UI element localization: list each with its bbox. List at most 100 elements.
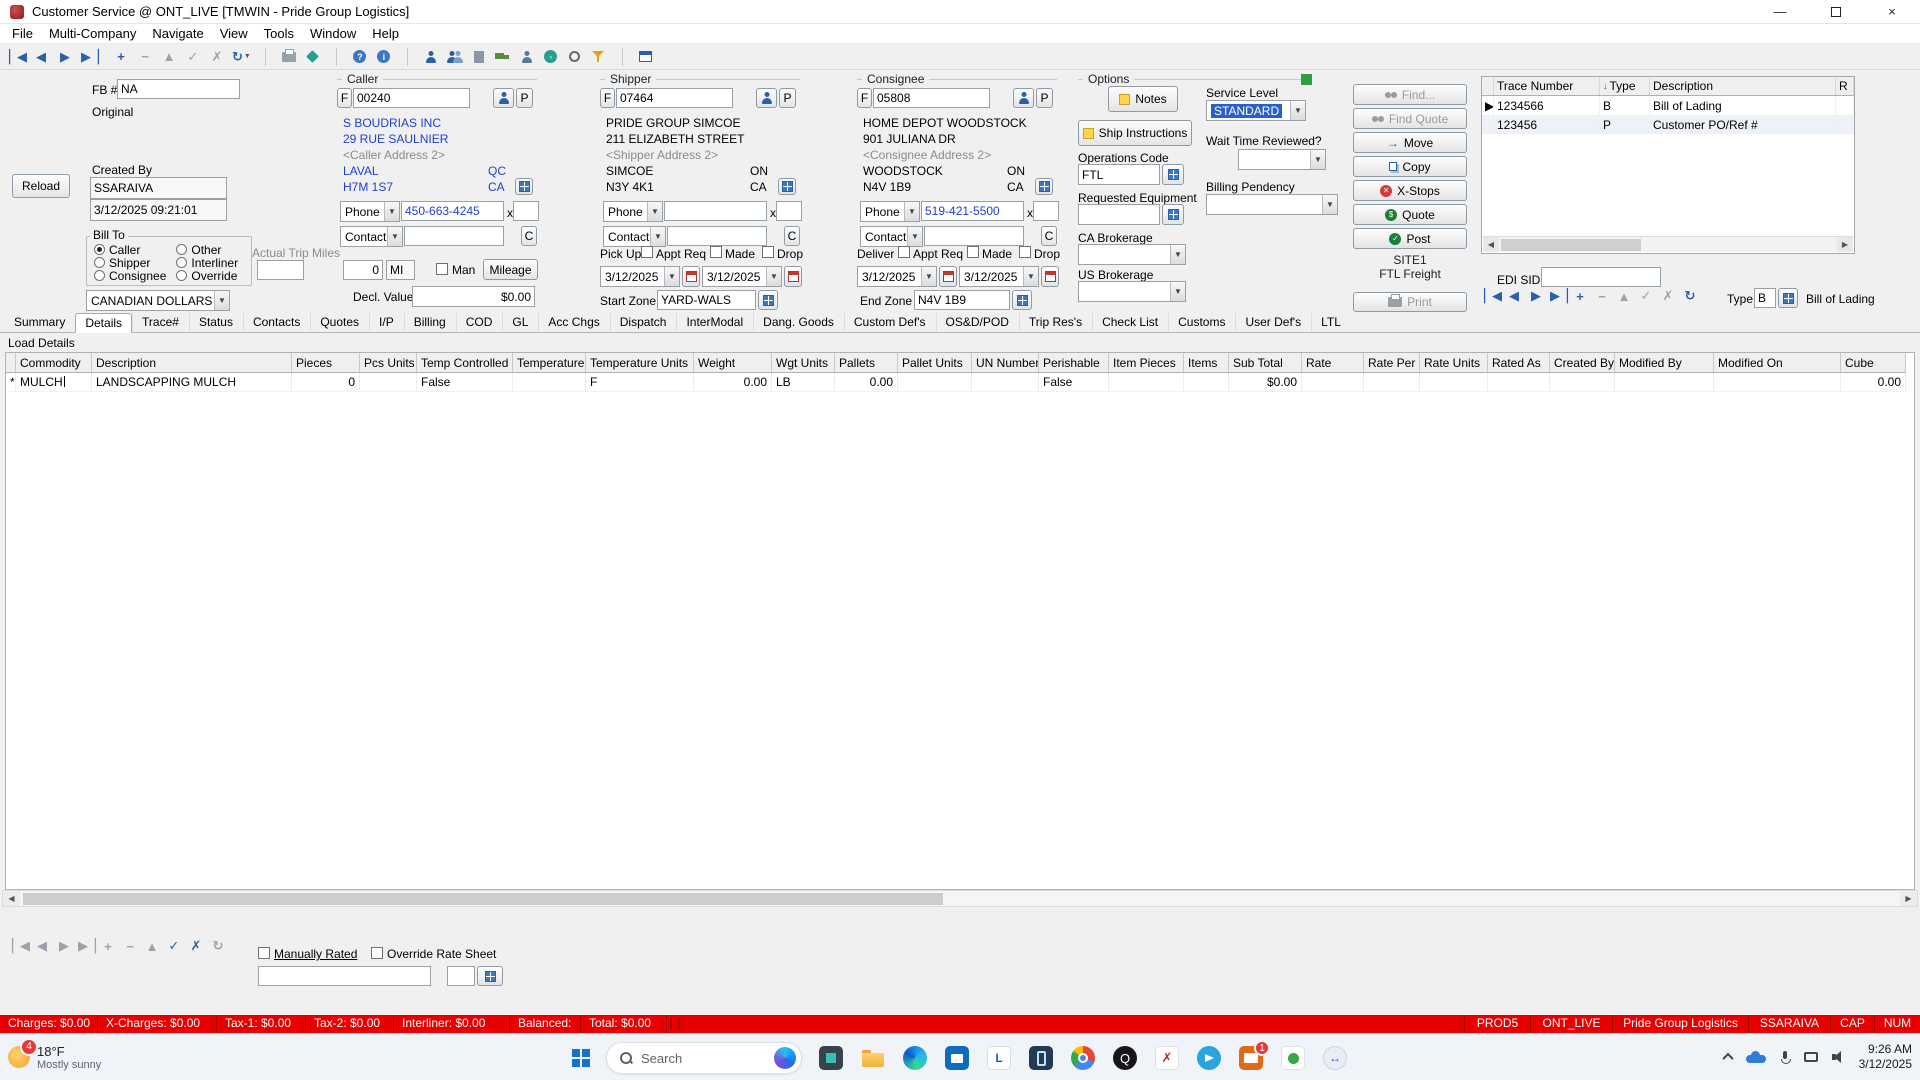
consignee-ext-input[interactable] [1033,201,1059,221]
trace-type-input[interactable]: B [1754,288,1776,308]
file-explorer-icon[interactable] [860,1045,886,1071]
mileage-button[interactable]: Mileage [483,259,538,280]
tab[interactable]: OS&D/POD [935,312,1019,332]
column-header[interactable]: Created By [1550,353,1615,373]
about-icon[interactable]: i [375,47,393,67]
next-record-icon[interactable]: ▶ [56,938,72,954]
first-record-icon[interactable]: ▏◀ [8,47,27,67]
tab[interactable]: User Def's [1235,312,1311,332]
tab[interactable]: Trip Res's [1018,312,1092,332]
shipper-ext-input[interactable] [776,201,802,221]
column-header[interactable]: Rated As [1488,353,1550,373]
mail-icon[interactable]: 1 [1238,1040,1270,1071]
pickup-date-from[interactable]: 3/12/2025 ▼ [600,266,680,287]
requested-equipment-input[interactable] [1078,204,1160,225]
tab[interactable]: LTL [1311,312,1351,332]
clock[interactable]: 9:26 AM 3/12/2025 [1859,1042,1912,1072]
load-grid-row[interactable]: * MULCH LANDSCAPPING MULCH 0 False F 0.00 LB 0.… [6,373,1914,392]
menu-item[interactable]: Window [302,24,364,43]
consignee-p-button[interactable]: P [1036,88,1053,108]
pickup-drop-checkbox[interactable] [762,246,774,258]
maximize-button[interactable] [1808,0,1864,23]
pinned-app-q[interactable]: Q [1112,1045,1138,1071]
bill-to-radio[interactable]: Consignee [94,269,166,283]
caller-p-button[interactable]: P [516,88,533,108]
consignee-contact-select[interactable]: Contact ▼ [860,226,923,247]
pinned-app-x[interactable]: ✗ [1154,1045,1180,1071]
start-button[interactable] [572,1049,590,1067]
deliver-date-to[interactable]: 3/12/2025 ▼ [959,266,1039,287]
menu-item[interactable]: File [4,24,41,43]
fb-number-input[interactable]: NA [117,79,240,99]
edit-record-icon[interactable]: ▲ [1616,289,1632,304]
column-header[interactable]: Rate [1302,353,1364,373]
consignee-country-lookup-button[interactable] [1035,178,1053,195]
shipper-phone-select[interactable]: Phone ▼ [603,201,663,222]
last-record-icon[interactable]: ▶▕ [1550,288,1568,304]
tab[interactable]: Contacts [242,312,310,332]
telegram-icon[interactable] [1196,1045,1222,1071]
anchor-icon[interactable] [566,47,584,67]
post-edit-icon[interactable]: ✓ [166,938,182,954]
column-header[interactable]: Item Pieces [1109,353,1184,373]
prior-record-icon[interactable]: ◀ [34,938,50,954]
manually-rated-checkbox[interactable] [258,947,270,959]
tab[interactable]: Billing [403,312,456,332]
end-zone-input[interactable]: N4V 1B9 [914,290,1010,310]
scroll-thumb[interactable] [23,893,943,905]
caller-ext-input[interactable] [513,201,539,221]
cancel-edit-icon[interactable]: ✗ [1660,288,1676,304]
caller-contact-select[interactable]: Contact ▼ [340,226,403,247]
next-record-icon[interactable]: ▶ [1528,288,1544,304]
teamviewer-icon[interactable]: ↔ [1322,1045,1348,1071]
refresh-icon[interactable]: ↻ [1682,288,1698,304]
pinned-app-green[interactable] [1280,1045,1306,1071]
deliver-drop-checkbox[interactable] [1019,246,1031,258]
tab[interactable]: Dispatch [609,312,677,332]
shipper-f-button[interactable]: F [600,88,615,108]
scroll-thumb[interactable] [1501,238,1641,251]
actual-trip-miles-input[interactable] [257,260,304,280]
deliver-date-from[interactable]: 3/12/2025 ▼ [857,266,937,287]
delete-record-icon[interactable]: − [136,47,154,67]
scroll-left-icon[interactable]: ◀ [3,891,20,906]
menu-item[interactable]: Tools [256,24,302,43]
column-header[interactable]: Temperature [513,353,586,373]
bill-to-radio[interactable]: Shipper [94,256,166,270]
column-header[interactable]: Wgt Units [772,353,835,373]
deliver-time-button-2[interactable] [1041,266,1059,287]
chrome-icon[interactable] [1070,1045,1096,1071]
post-edit-icon[interactable]: ✓ [1638,288,1654,304]
onedrive-icon[interactable] [1745,1051,1766,1063]
column-header[interactable]: Cube [1841,353,1906,373]
column-header[interactable]: Sub Total [1229,353,1302,373]
column-header[interactable]: Description [92,353,292,373]
consignee-f-button[interactable]: F [857,88,872,108]
first-record-icon[interactable]: ▏◀ [12,938,30,954]
trace-number-header[interactable]: Trace Number [1494,77,1600,95]
edge-icon[interactable] [902,1045,928,1071]
column-header[interactable]: Perishable [1039,353,1109,373]
consignee-customer-button[interactable] [1013,88,1034,108]
operations-code-input[interactable]: FTL [1078,164,1160,185]
man-checkbox[interactable] [436,263,448,275]
start-zone-lookup-button[interactable] [758,290,778,310]
options-expand-icon[interactable] [1301,74,1312,85]
tab[interactable]: GL [502,312,538,332]
quote-button[interactable]: $ Quote [1353,204,1467,225]
insert-record-icon[interactable]: + [100,939,116,954]
tab[interactable]: Custom Def's [843,312,936,332]
miles-value-input[interactable]: 0 [343,260,383,280]
prior-record-icon[interactable]: ◀ [1506,288,1522,304]
next-record-icon[interactable]: ▶ [56,47,74,67]
first-record-icon[interactable]: ▏◀ [1484,288,1502,304]
caller-phone-input[interactable]: 450-663-4245 [401,201,504,221]
edit-record-icon[interactable]: ▲ [144,939,160,954]
caller-phone-select[interactable]: Phone ▼ [340,201,400,222]
column-header[interactable]: UN Number [972,353,1039,373]
tray-overflow-icon[interactable] [1721,1052,1734,1065]
tab[interactable]: Dang. Goods [753,312,844,332]
rate-sheet-input[interactable] [447,966,475,986]
trace-row[interactable]: 123456 P Customer PO/Ref # [1482,115,1854,134]
pinned-app-l[interactable]: L [986,1045,1012,1071]
